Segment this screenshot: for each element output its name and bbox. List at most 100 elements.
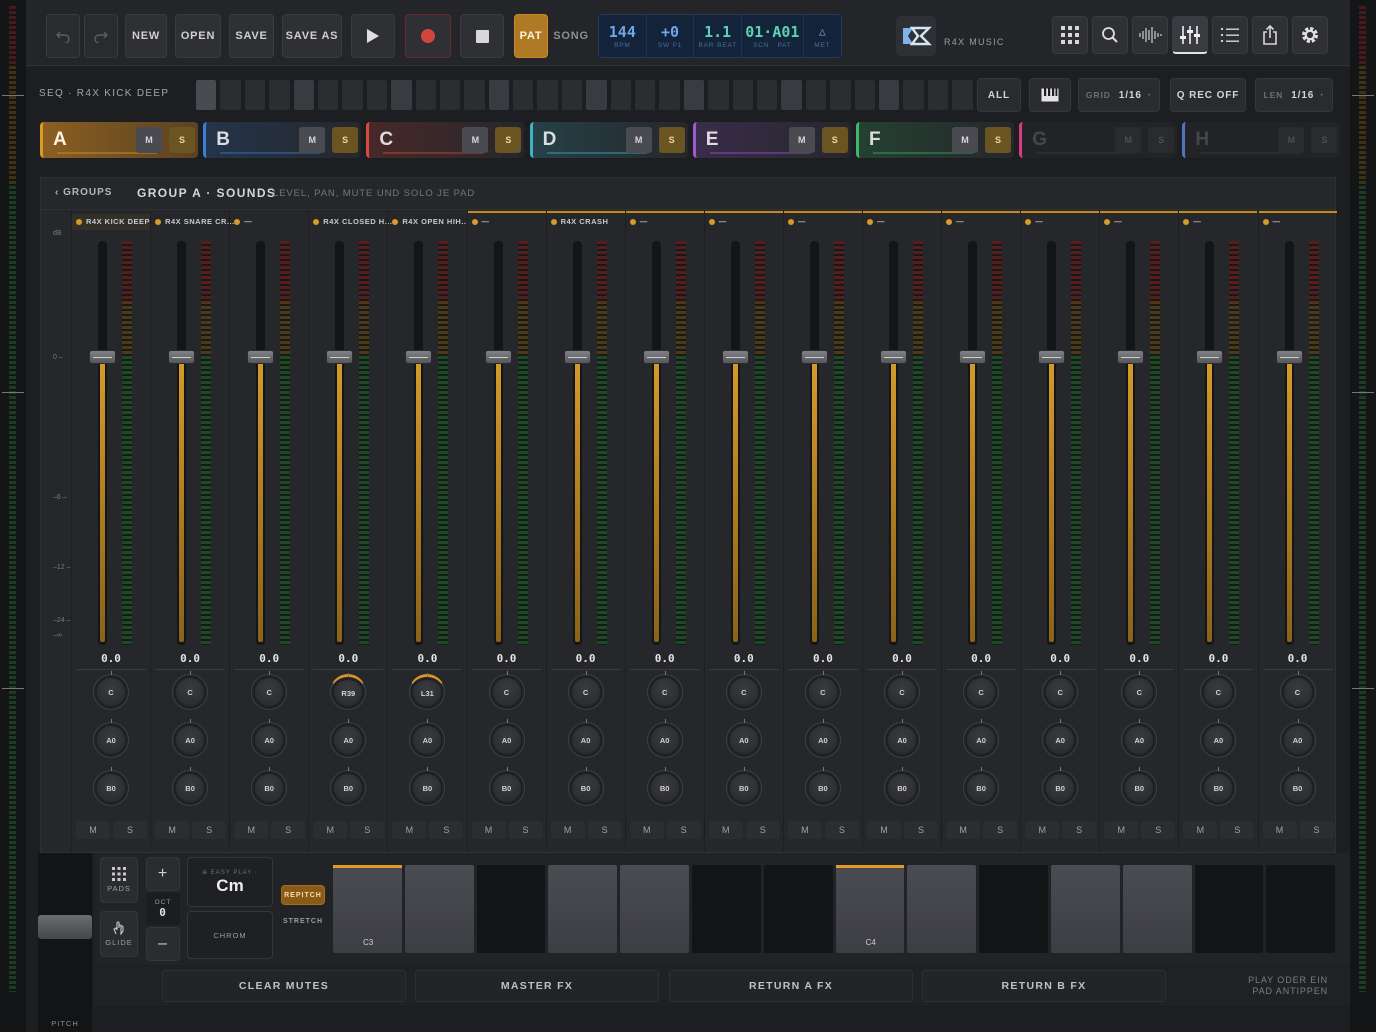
piano-key[interactable] bbox=[1266, 865, 1336, 953]
volume-fader-handle[interactable] bbox=[326, 350, 354, 364]
group-tab-d[interactable]: D MS bbox=[529, 122, 688, 158]
volume-fader-handle[interactable] bbox=[721, 350, 749, 364]
channel-name[interactable]: R4X OPEN HIH... bbox=[392, 217, 469, 226]
group-mute-button[interactable]: M bbox=[462, 127, 489, 153]
pan-knob[interactable]: C bbox=[93, 671, 129, 710]
group-solo-button[interactable]: S bbox=[169, 127, 195, 153]
sequencer-step[interactable] bbox=[464, 80, 485, 110]
keyboard-mode-button[interactable] bbox=[1029, 78, 1071, 112]
piano-key[interactable] bbox=[1194, 865, 1264, 953]
send-b-knob[interactable]: B0 bbox=[725, 767, 762, 806]
group-solo-button[interactable]: S bbox=[821, 127, 848, 153]
piano-key[interactable]: C3 bbox=[333, 865, 402, 953]
volume-fader-handle[interactable] bbox=[1038, 350, 1066, 364]
search-button[interactable] bbox=[1092, 16, 1128, 54]
settings-button[interactable] bbox=[1292, 16, 1328, 54]
channel-solo-button[interactable]: S bbox=[1220, 821, 1255, 839]
save-as-button[interactable]: SAVE AS bbox=[282, 14, 342, 58]
group-mute-button[interactable]: M bbox=[952, 127, 978, 153]
channel-name[interactable]: R4X KICK DEEP bbox=[76, 217, 150, 226]
pan-knob[interactable]: C bbox=[963, 671, 1000, 710]
volume-fader[interactable] bbox=[651, 241, 661, 645]
pan-knob[interactable]: C bbox=[804, 671, 841, 710]
send-a-knob[interactable]: A0 bbox=[884, 719, 920, 758]
record-button[interactable] bbox=[405, 14, 451, 58]
channel-solo-button[interactable]: S bbox=[113, 821, 147, 839]
channel-mute-button[interactable]: M bbox=[1183, 821, 1218, 839]
volume-fader[interactable] bbox=[730, 241, 740, 645]
piano-key[interactable] bbox=[1051, 865, 1120, 953]
send-a-knob[interactable]: A0 bbox=[725, 719, 762, 758]
list-view-button[interactable] bbox=[1212, 16, 1248, 54]
sequencer-step[interactable] bbox=[732, 80, 753, 110]
send-a-knob[interactable]: A0 bbox=[409, 719, 446, 758]
send-b-knob[interactable]: B0 bbox=[251, 767, 288, 806]
group-tab-c[interactable]: C MS bbox=[366, 122, 525, 158]
group-tab-h[interactable]: H MS bbox=[1182, 122, 1341, 158]
piano-key[interactable] bbox=[1122, 865, 1192, 953]
pitch-wheel[interactable]: PITCH bbox=[38, 853, 92, 1032]
waveform-view-button[interactable] bbox=[1132, 16, 1168, 54]
send-a-knob[interactable]: A0 bbox=[963, 719, 1000, 758]
send-b-knob[interactable]: B0 bbox=[488, 767, 525, 806]
channel-solo-button[interactable]: S bbox=[824, 821, 859, 839]
pan-knob[interactable]: C bbox=[251, 671, 288, 710]
length-select[interactable]: LEN 1/16 · bbox=[1255, 78, 1333, 112]
sequencer-step[interactable] bbox=[391, 80, 412, 110]
channel-solo-button[interactable]: S bbox=[271, 821, 306, 839]
piano-key[interactable] bbox=[763, 865, 833, 953]
group-mute-button[interactable]: M bbox=[625, 127, 652, 153]
send-b-knob[interactable]: B0 bbox=[884, 767, 920, 806]
channel-mute-button[interactable]: M bbox=[155, 821, 190, 839]
sequencer-step[interactable] bbox=[927, 80, 949, 110]
send-a-knob[interactable]: A0 bbox=[488, 719, 525, 758]
stretch-toggle[interactable]: STRETCH bbox=[281, 911, 325, 931]
volume-fader[interactable] bbox=[98, 241, 107, 645]
send-a-knob[interactable]: A0 bbox=[93, 719, 129, 758]
group-mute-button[interactable]: M bbox=[136, 127, 162, 153]
group-tab-a[interactable]: A MS bbox=[40, 122, 198, 158]
volume-fader[interactable] bbox=[1126, 241, 1136, 645]
pan-knob[interactable]: C bbox=[1121, 671, 1158, 710]
channel-solo-button[interactable]: S bbox=[508, 821, 543, 839]
send-a-knob[interactable]: A0 bbox=[330, 719, 367, 758]
send-b-knob[interactable]: B0 bbox=[93, 767, 129, 806]
volume-fader-handle[interactable] bbox=[89, 350, 116, 364]
group-mute-button[interactable]: M bbox=[1278, 127, 1305, 153]
volume-fader[interactable] bbox=[177, 241, 187, 645]
scene-pattern-readout[interactable]: 01·A01 SCN · PAT bbox=[742, 15, 804, 57]
sequencer-step[interactable] bbox=[610, 80, 632, 110]
sequencer-step[interactable] bbox=[903, 80, 924, 110]
return-b-fx-button[interactable]: RETURN B FX bbox=[922, 970, 1166, 1002]
sequencer-step[interactable] bbox=[878, 80, 900, 110]
pan-knob[interactable]: C bbox=[1042, 671, 1079, 710]
sequencer-step[interactable] bbox=[513, 80, 534, 110]
volume-fader-handle[interactable] bbox=[247, 350, 275, 364]
sequencer-step[interactable] bbox=[317, 80, 339, 110]
master-fx-button[interactable]: MASTER FX bbox=[415, 970, 659, 1002]
volume-fader[interactable] bbox=[256, 241, 266, 645]
sequencer-step[interactable] bbox=[683, 80, 705, 110]
send-a-knob[interactable]: A0 bbox=[172, 719, 209, 758]
sequencer-step[interactable] bbox=[269, 80, 290, 110]
channel-solo-button[interactable]: S bbox=[904, 821, 938, 839]
send-a-knob[interactable]: A0 bbox=[1279, 719, 1316, 758]
channel-name[interactable]: — bbox=[471, 217, 490, 226]
redo-button[interactable] bbox=[84, 14, 118, 58]
volume-fader[interactable] bbox=[1047, 241, 1057, 645]
sequencer-step[interactable] bbox=[805, 80, 827, 110]
channel-solo-button[interactable]: S bbox=[1141, 821, 1176, 839]
sequencer-step[interactable] bbox=[854, 80, 875, 110]
group-tab-e[interactable]: E MS bbox=[692, 122, 851, 158]
send-b-knob[interactable]: B0 bbox=[804, 767, 841, 806]
pan-knob[interactable]: L31 bbox=[409, 673, 446, 710]
volume-fader[interactable] bbox=[1205, 241, 1215, 645]
pan-knob[interactable]: R39 bbox=[330, 673, 367, 710]
piano-key[interactable] bbox=[907, 865, 977, 953]
group-tab-f[interactable]: F MS bbox=[856, 122, 1014, 158]
pads-toggle-button[interactable]: PADS bbox=[100, 857, 138, 903]
volume-fader-handle[interactable] bbox=[563, 350, 591, 364]
pan-knob[interactable]: C bbox=[488, 671, 525, 710]
group-tab-b[interactable]: B MS bbox=[203, 122, 362, 158]
volume-fader-handle[interactable] bbox=[484, 350, 512, 364]
